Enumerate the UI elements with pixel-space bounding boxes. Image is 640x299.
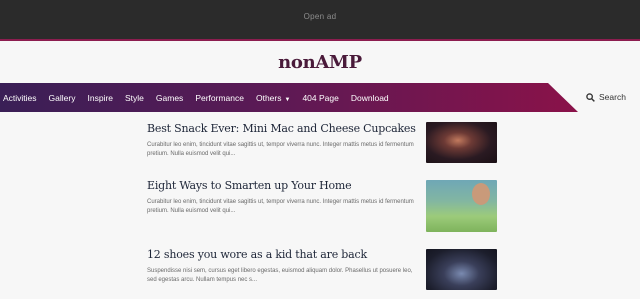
nav-item-performance[interactable]: Performance (195, 93, 244, 103)
open-ad-link[interactable]: Open ad (0, 12, 640, 21)
chevron-down-icon: ▼ (284, 96, 291, 103)
post-thumbnail[interactable] (426, 122, 497, 163)
post-thumbnail[interactable] (426, 180, 497, 232)
nav-item-activities[interactable]: Activities (3, 93, 37, 103)
nav-item-inspire[interactable]: Inspire (87, 93, 113, 103)
search-label: Search (599, 92, 626, 102)
search-icon (586, 92, 595, 102)
post-thumbnail[interactable] (426, 249, 497, 290)
nav-item-games[interactable]: Games (156, 93, 183, 103)
post-excerpt: Suspendisse nisi sem, cursus eget libero… (147, 268, 413, 283)
nav-item-others-label: Others (255, 92, 282, 103)
nav-item-download[interactable]: Download (351, 93, 389, 103)
post-excerpt: Curabitur leo enim, tincidunt vitae sagi… (147, 142, 414, 157)
site-logo[interactable]: nonAMP (0, 52, 640, 73)
search-button[interactable]: Search (586, 92, 626, 102)
nav-item-gallery[interactable]: Gallery (49, 93, 76, 103)
nav-item-others[interactable]: Others ▼ (256, 93, 290, 103)
ad-banner[interactable]: Open ad (0, 0, 640, 41)
nav-item-style[interactable]: Style (125, 93, 144, 103)
main-nav: Activities Gallery Inspire Style Games P… (0, 83, 578, 112)
nav-item-404-page[interactable]: 404 Page (302, 93, 338, 103)
post-excerpt: Curabitur leo enim, tincidunt vitae sagi… (147, 199, 414, 214)
